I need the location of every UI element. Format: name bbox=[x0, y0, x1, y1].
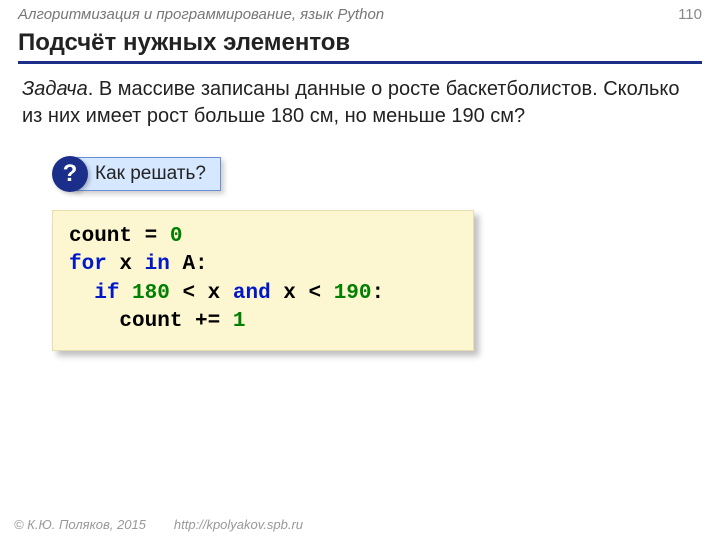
task-text: . В массиве записаны данные о росте баск… bbox=[22, 78, 680, 127]
code-txt: count += bbox=[119, 310, 232, 333]
slide-title: Подсчёт нужных элементов bbox=[18, 29, 702, 57]
code-txt: : bbox=[372, 282, 385, 305]
hint-row: ? Как решать? bbox=[52, 156, 720, 192]
code-num: 0 bbox=[170, 225, 183, 248]
code-num: 190 bbox=[334, 282, 372, 305]
code-txt: x < bbox=[271, 282, 334, 305]
hint-label: Как решать? bbox=[72, 157, 221, 191]
code-txt: x bbox=[107, 253, 145, 276]
header: Алгоритмизация и программирование, язык … bbox=[0, 0, 720, 23]
task-paragraph: Задача. В массиве записаны данные о рост… bbox=[22, 76, 680, 130]
code-kw-for: for bbox=[69, 253, 107, 276]
code-op: = bbox=[132, 225, 170, 248]
code-kw-in: in bbox=[145, 253, 170, 276]
code-num: 1 bbox=[233, 310, 246, 333]
code-kw-if: if bbox=[94, 282, 119, 305]
code-id: count bbox=[69, 225, 132, 248]
code-txt: < x bbox=[170, 282, 233, 305]
footer-url: http://kpolyakov.spb.ru bbox=[174, 517, 303, 532]
code-num: 180 bbox=[132, 282, 170, 305]
task-label: Задача bbox=[22, 78, 88, 100]
page-number: 110 bbox=[678, 6, 702, 23]
footer: © К.Ю. Поляков, 2015 http://kpolyakov.sp… bbox=[14, 517, 303, 532]
copyright: © К.Ю. Поляков, 2015 bbox=[14, 517, 146, 532]
title-rule: Подсчёт нужных элементов bbox=[18, 29, 702, 64]
question-mark-icon: ? bbox=[52, 156, 88, 192]
code-txt: A: bbox=[170, 253, 208, 276]
code-sp bbox=[119, 282, 132, 305]
code-kw-and: and bbox=[233, 282, 271, 305]
course-label: Алгоритмизация и программирование, язык … bbox=[18, 6, 384, 23]
code-block: count = 0 for x in A: if 180 < x and x <… bbox=[52, 210, 474, 351]
